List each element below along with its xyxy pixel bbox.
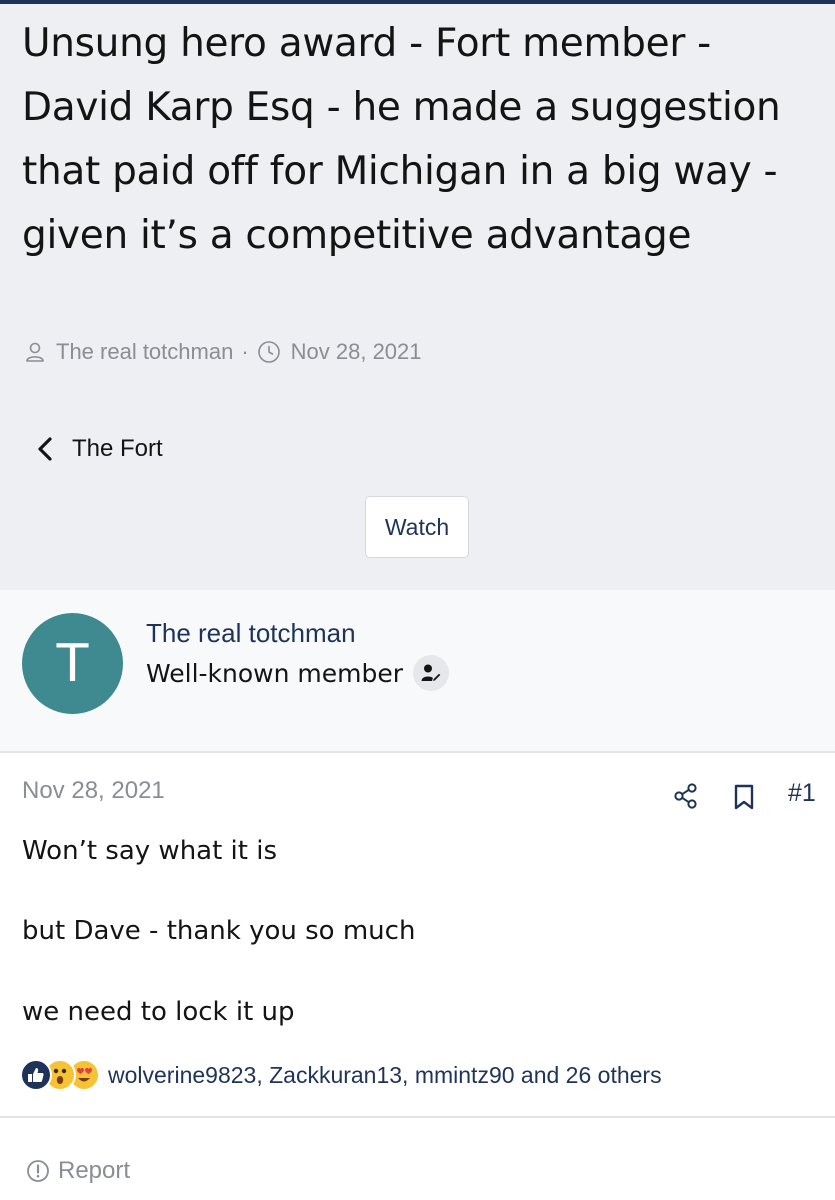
divider xyxy=(0,1116,835,1118)
breadcrumb-label: The Fort xyxy=(72,435,163,462)
thread-author-link[interactable]: The real totchman xyxy=(56,339,233,365)
post-user-panel: T The real totchman Well-known member xyxy=(0,590,835,753)
report-label: Report xyxy=(58,1157,131,1184)
chevron-left-icon xyxy=(38,437,52,461)
alert-circle-icon xyxy=(27,1160,49,1182)
reactions-summary: wolverine9823, Zackkuran13, mmintz90 and… xyxy=(108,1061,662,1088)
watch-button[interactable]: Watch xyxy=(365,496,469,558)
avatar[interactable]: T xyxy=(22,613,123,714)
share-icon[interactable] xyxy=(672,782,700,810)
post-body-line: Won’t say what it is xyxy=(22,836,278,866)
user-icon xyxy=(26,342,44,362)
bookmark-icon[interactable] xyxy=(732,783,756,811)
thread-header: Unsung hero award - Fort member - David … xyxy=(0,0,835,590)
like-icon xyxy=(20,1059,52,1091)
user-title-row: Well-known member xyxy=(146,654,450,692)
reactions-bar[interactable]: wolverine9823, Zackkuran13, mmintz90 and… xyxy=(20,1057,662,1093)
post-number-link[interactable]: #1 xyxy=(788,779,816,808)
top-rule xyxy=(0,0,835,4)
post-date-link[interactable]: Nov 28, 2021 xyxy=(22,777,165,805)
reaction-icons xyxy=(20,1058,104,1092)
user-edit-icon xyxy=(413,655,450,691)
post-username[interactable]: The real totchman xyxy=(146,618,356,649)
user-title: Well-known member xyxy=(146,658,404,688)
clock-icon xyxy=(257,341,280,363)
post-body-line: we need to lock it up xyxy=(22,997,295,1027)
meta-separator: · xyxy=(241,339,249,364)
thread-meta: The real totchman · Nov 28, 2021 xyxy=(24,337,422,367)
breadcrumb-back[interactable]: The Fort xyxy=(36,431,163,467)
post-body-line: but Dave - thank you so much xyxy=(22,916,416,946)
thread-title: Unsung hero award - Fort member - David … xyxy=(22,21,781,258)
thread-date-link[interactable]: Nov 28, 2021 xyxy=(291,339,422,365)
report-button[interactable]: Report xyxy=(26,1155,130,1187)
